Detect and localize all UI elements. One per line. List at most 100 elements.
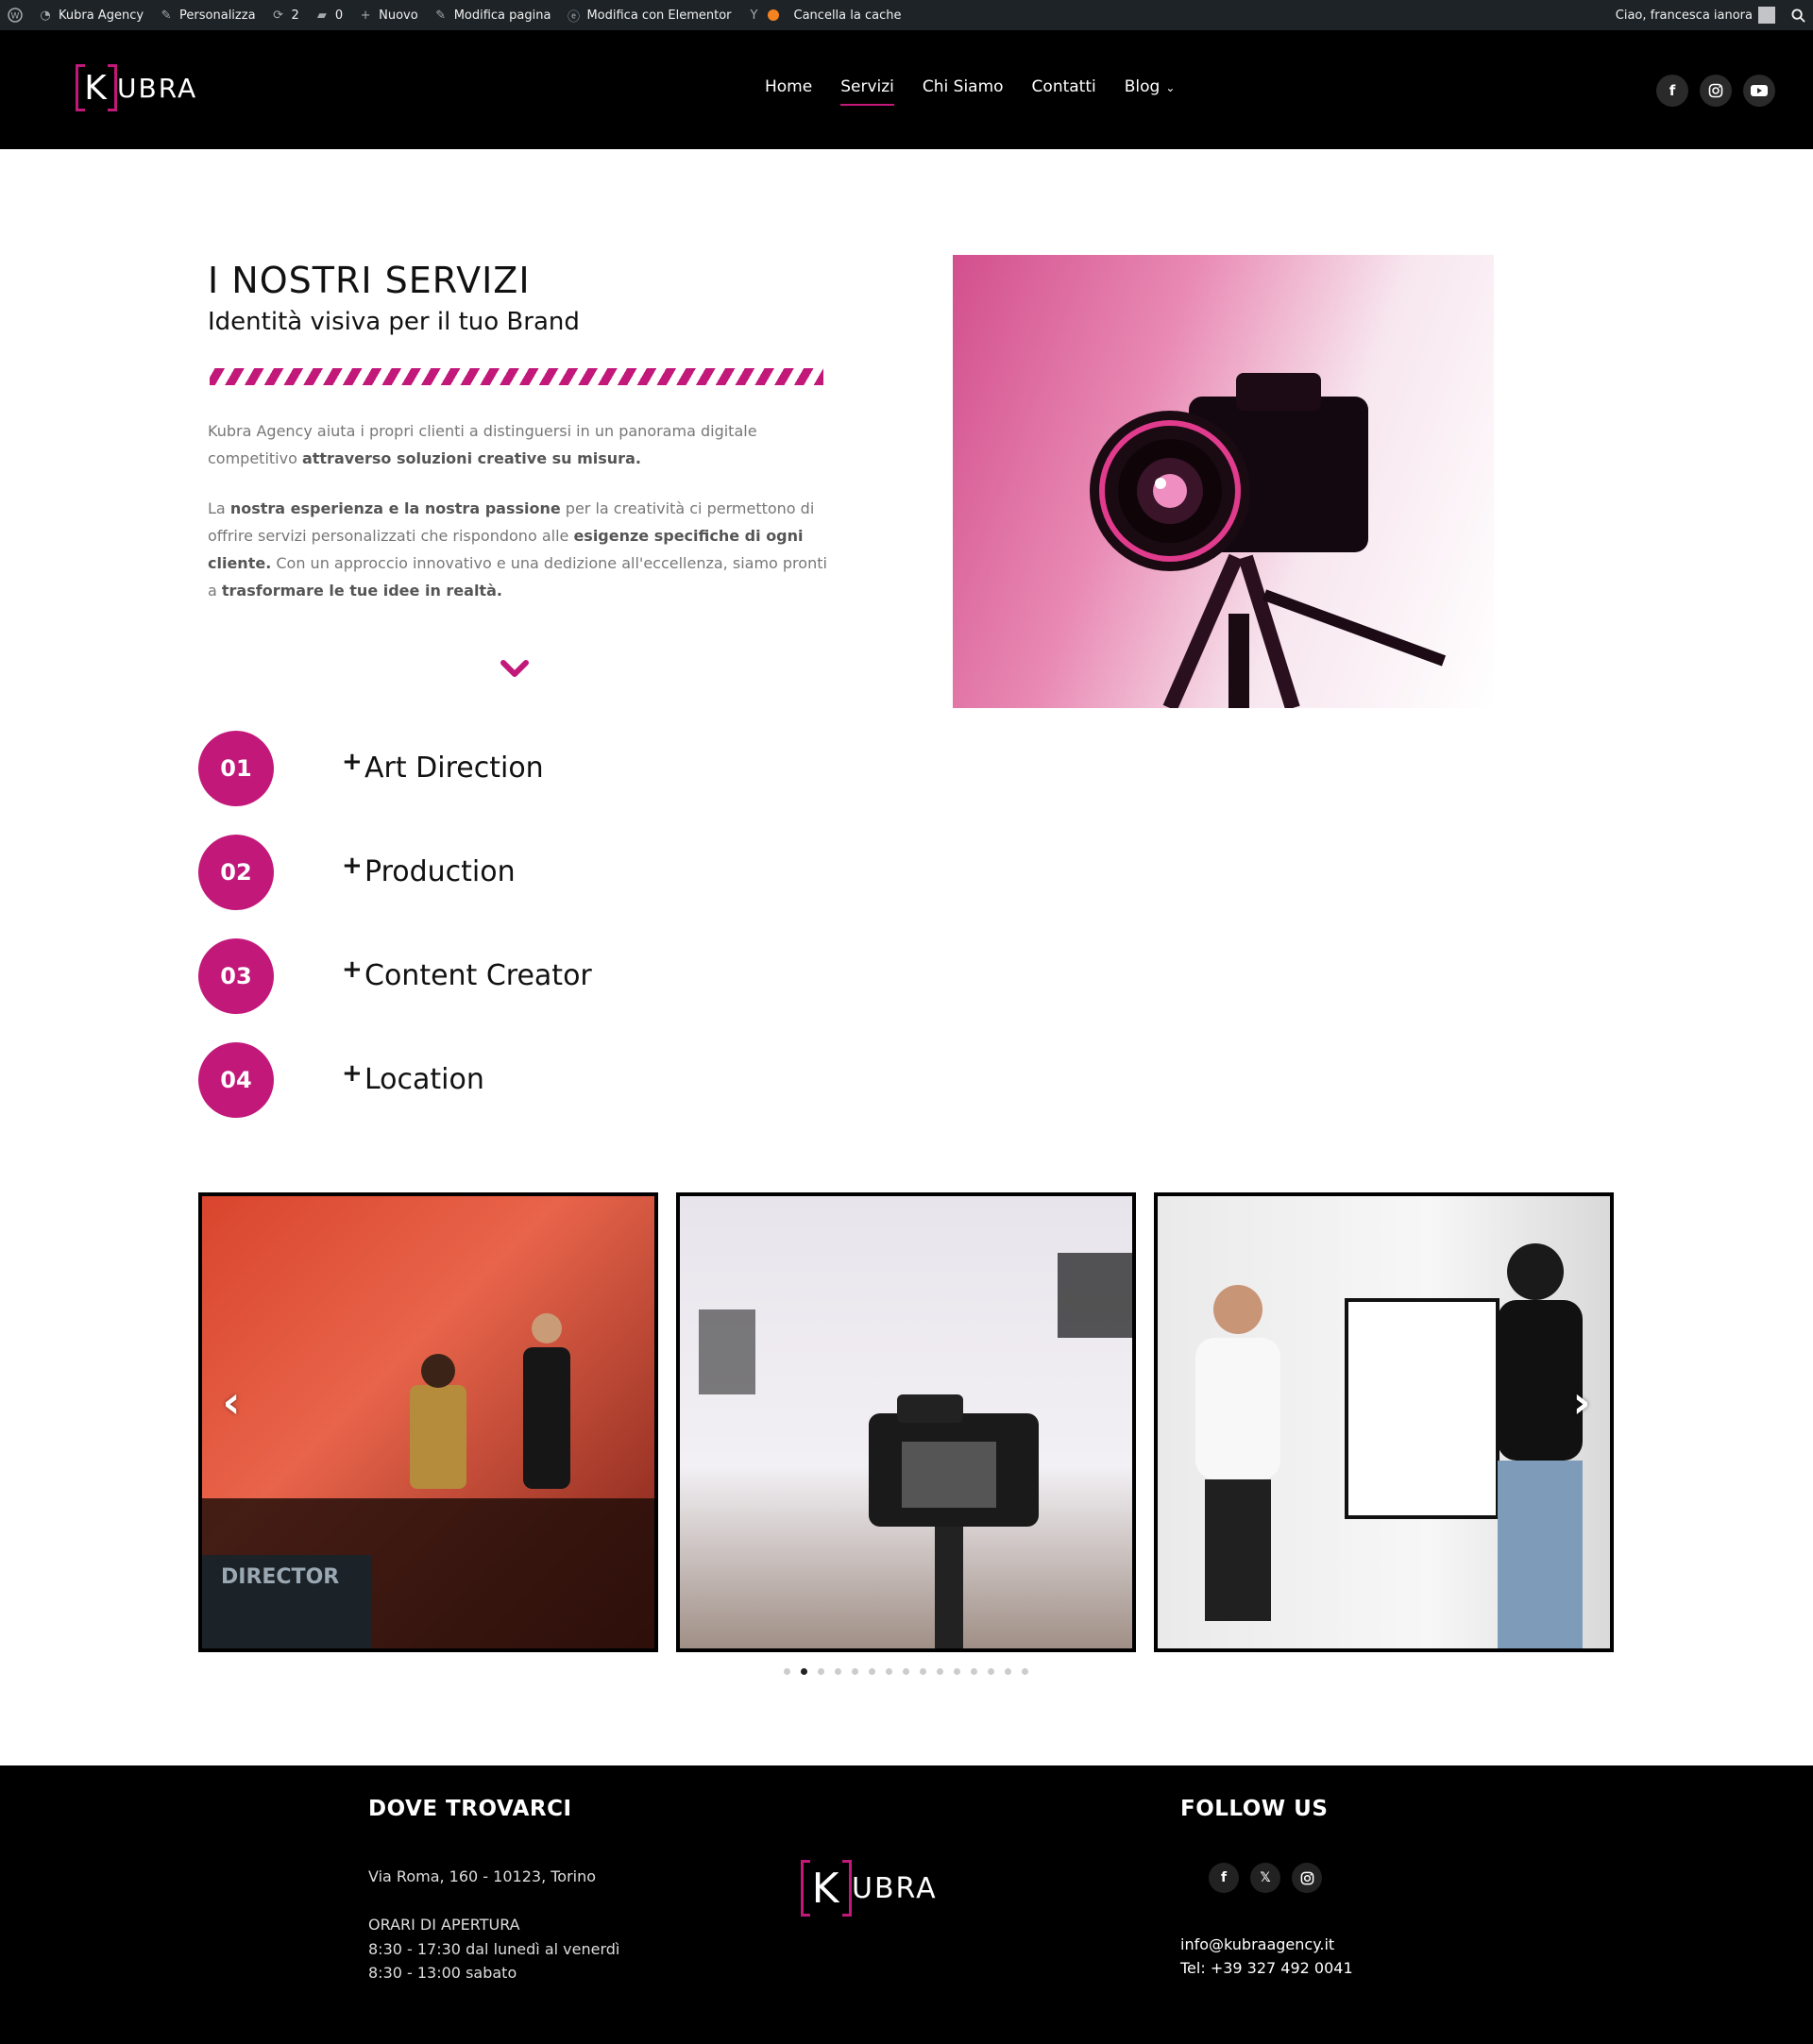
- nav-label: Contatti: [1031, 77, 1096, 96]
- clear-cache-label: Cancella la cache: [793, 8, 902, 23]
- text-span: La: [208, 499, 230, 517]
- footer-hours-1: 8:30 - 17:30 dal lunedì al venerdì: [368, 1940, 620, 1958]
- carousel-pagination: [784, 1668, 1028, 1675]
- search-icon[interactable]: [1790, 8, 1805, 23]
- service-item-production[interactable]: 02 + Production: [198, 835, 859, 910]
- service-item-location[interactable]: 04 + Location: [198, 1042, 859, 1118]
- carousel-dot[interactable]: [971, 1668, 977, 1675]
- nav-item-chi-siamo[interactable]: Chi Siamo: [923, 77, 1004, 106]
- page-subtitle: Identità visiva per il tuo Brand: [208, 308, 580, 336]
- footer-where-title: DOVE TROVARCI: [368, 1797, 572, 1821]
- nav-item-home[interactable]: Home: [765, 77, 812, 106]
- footer-logo[interactable]: K UBRA: [801, 1860, 938, 1917]
- wp-admin-bar: W ◔ Kubra Agency ✎ Personalizza ⟳ 2 ▰ 0 …: [0, 0, 1813, 30]
- new-content-link[interactable]: + Nuovo: [358, 8, 418, 23]
- carousel-dot[interactable]: [852, 1668, 858, 1675]
- wordpress-icon: W: [8, 8, 23, 23]
- carousel-dot[interactable]: [988, 1668, 994, 1675]
- logo-bracket-mark: K: [76, 64, 117, 111]
- carousel-slide-photoshoot[interactable]: [1154, 1192, 1614, 1652]
- x-twitter-icon[interactable]: 𝕏: [1250, 1863, 1280, 1893]
- yoast-menu[interactable]: Y: [747, 8, 779, 23]
- carousel-slide-film-set[interactable]: DIRECTOR: [198, 1192, 658, 1652]
- edit-page-label: Modifica pagina: [453, 8, 551, 23]
- carousel-dot[interactable]: [801, 1668, 807, 1675]
- chevron-down-icon: ⌄: [1165, 81, 1176, 94]
- edit-elementor-link[interactable]: ⓔ Modifica con Elementor: [566, 8, 732, 25]
- instagram-icon[interactable]: [1292, 1863, 1322, 1893]
- service-number-badge: 02: [198, 835, 274, 910]
- service-number-badge: 04: [198, 1042, 274, 1118]
- carousel-dot[interactable]: [920, 1668, 926, 1675]
- wp-logo-button[interactable]: W: [8, 8, 23, 23]
- updates-link[interactable]: ⟳ 2: [271, 8, 299, 23]
- site-header: K UBRA Home Servizi Chi Siamo Contatti B…: [0, 30, 1813, 149]
- footer-hours-title: ORARI DI APERTURA: [368, 1916, 520, 1934]
- footer-hours-2: 8:30 - 13:00 sabato: [368, 1964, 517, 1982]
- youtube-icon[interactable]: [1743, 75, 1775, 107]
- nav-item-servizi[interactable]: Servizi: [840, 77, 894, 106]
- footer-email[interactable]: info@kubraagency.it: [1180, 1933, 1334, 1957]
- service-label: Production: [364, 855, 516, 888]
- plus-icon: +: [342, 1059, 363, 1088]
- plus-icon: +: [342, 852, 363, 880]
- svg-text:DIRECTOR: DIRECTOR: [221, 1565, 339, 1589]
- service-label: Location: [364, 1063, 484, 1096]
- carousel-dot[interactable]: [937, 1668, 943, 1675]
- carousel-dot[interactable]: [784, 1668, 790, 1675]
- main-nav: Home Servizi Chi Siamo Contatti Blog ⌄: [765, 77, 1175, 106]
- plus-icon: +: [342, 955, 363, 984]
- text-bold: trasformare le tue idee in realtà.: [221, 582, 502, 600]
- carousel-dot[interactable]: [954, 1668, 960, 1675]
- facebook-icon[interactable]: f: [1209, 1863, 1239, 1893]
- carousel-dot[interactable]: [1005, 1668, 1011, 1675]
- page-title: I NOSTRI SERVIZI: [208, 260, 531, 301]
- text-bold: attraverso soluzioni creative su misura.: [301, 449, 641, 467]
- carousel-next-arrow[interactable]: ›: [1563, 1377, 1601, 1427]
- footer-address: Via Roma, 160 - 10123, Torino: [368, 1867, 597, 1885]
- site-footer: DOVE TROVARCI Via Roma, 160 - 10123, Tor…: [0, 1765, 1813, 2044]
- facebook-icon[interactable]: f: [1656, 75, 1688, 107]
- updates-count: 2: [291, 8, 299, 23]
- logo-bracket-mark: K: [801, 1860, 852, 1917]
- carousel-dot[interactable]: [835, 1668, 841, 1675]
- site-logo[interactable]: K UBRA: [76, 64, 197, 111]
- carousel-dot[interactable]: [869, 1668, 875, 1675]
- edit-page-link[interactable]: ✎ Modifica pagina: [433, 8, 551, 23]
- customize-link[interactable]: ✎ Personalizza: [159, 8, 256, 23]
- elementor-icon: ⓔ: [567, 9, 580, 25]
- carousel-dot[interactable]: [886, 1668, 892, 1675]
- carousel-slide-camera-studio[interactable]: [676, 1192, 1136, 1652]
- carousel-dot[interactable]: [903, 1668, 909, 1675]
- clear-cache-link[interactable]: Cancella la cache: [794, 8, 902, 23]
- service-item-art-direction[interactable]: 01 + Art Direction: [198, 731, 859, 806]
- service-item-content-creator[interactable]: 03 + Content Creator: [198, 938, 859, 1014]
- nav-item-contatti[interactable]: Contatti: [1032, 77, 1096, 106]
- site-name-label: Kubra Agency: [59, 8, 144, 23]
- avatar: [1758, 7, 1775, 24]
- plus-icon: +: [342, 748, 363, 776]
- logo-text: UBRA: [852, 1871, 938, 1905]
- greeting-label: Ciao, francesca ianora: [1615, 8, 1753, 23]
- chevron-down-icon[interactable]: [498, 651, 532, 685]
- decorative-stripe-divider: [210, 368, 823, 385]
- carousel-dot[interactable]: [818, 1668, 824, 1675]
- carousel-dot[interactable]: [1022, 1668, 1028, 1675]
- comment-icon: ▰: [316, 8, 327, 23]
- comments-link[interactable]: ▰ 0: [314, 8, 343, 23]
- header-social-links: f: [1656, 75, 1775, 107]
- hero-camera-image: [953, 255, 1494, 708]
- plus-icon: +: [360, 8, 371, 23]
- footer-follow-title: FOLLOW US: [1180, 1797, 1329, 1821]
- new-label: Nuovo: [379, 8, 418, 23]
- footer-phone: Tel: +39 327 492 0041: [1180, 1959, 1353, 1977]
- nav-item-blog[interactable]: Blog ⌄: [1125, 77, 1176, 106]
- intro-paragraph-1: Kubra Agency aiuta i propri clienti a di…: [208, 417, 831, 472]
- instagram-icon[interactable]: [1700, 75, 1732, 107]
- svg-text:W: W: [11, 12, 20, 22]
- account-menu[interactable]: Ciao, francesca ianora: [1616, 7, 1775, 24]
- site-name-link[interactable]: ◔ Kubra Agency: [38, 8, 144, 23]
- customize-label: Personalizza: [179, 8, 256, 23]
- seo-status-dot: [767, 9, 779, 21]
- carousel-prev-arrow[interactable]: ‹: [212, 1377, 250, 1427]
